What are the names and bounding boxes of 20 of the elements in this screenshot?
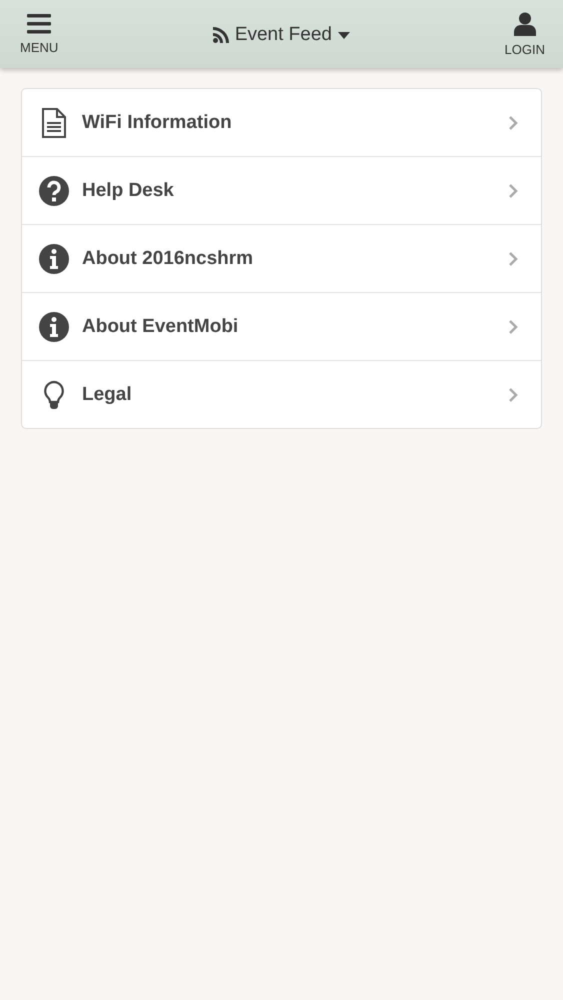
menu-icon <box>27 14 52 34</box>
login-button[interactable]: LOGIN <box>504 12 545 56</box>
menu-list-item[interactable]: WiFi Information <box>22 89 541 156</box>
info-icon <box>38 242 70 274</box>
help-icon <box>38 174 70 206</box>
rss-icon <box>212 27 229 43</box>
menu-list-item[interactable]: About EventMobi <box>22 292 541 360</box>
chevron-icon <box>507 250 519 266</box>
caret-icon <box>338 32 350 38</box>
user-icon <box>514 12 536 36</box>
chevron-icon <box>507 114 519 130</box>
menu-button[interactable]: MENU <box>20 14 58 54</box>
event-feed-dropdown[interactable]: Event Feed <box>212 24 350 46</box>
info-icon <box>38 310 70 342</box>
menu-list-item[interactable]: About 2016ncshrm <box>22 224 541 292</box>
menu-list-item[interactable]: Legal <box>22 360 541 428</box>
chevron-icon <box>507 182 519 198</box>
menu-list-item[interactable]: Help Desk <box>22 156 541 224</box>
chevron-icon <box>507 386 519 402</box>
chevron-icon <box>507 318 519 334</box>
